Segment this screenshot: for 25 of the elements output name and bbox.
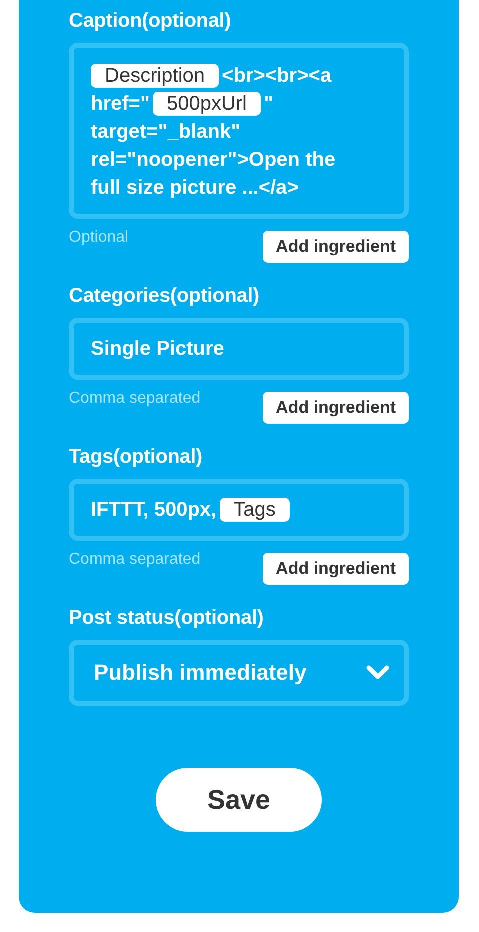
field-label: Post status(optional) [69, 607, 265, 630]
chevron-down-icon [366, 665, 390, 681]
field-text: target="_blank" [91, 120, 241, 145]
field-text: IFTTT, 500px, [91, 498, 217, 523]
field-text: rel="noopener">Open the [91, 148, 336, 173]
field-text: full size picture ...</a> [91, 176, 299, 201]
field-hint: Comma separated [69, 390, 201, 408]
add-ingredient-button[interactable]: Add ingredient [263, 231, 409, 263]
field-hint: Comma separated [69, 551, 201, 569]
text-field[interactable]: IFTTT, 500px, Tags [69, 479, 409, 541]
ingredient-tag: Description [91, 64, 220, 88]
field-text: Single Picture [91, 337, 224, 362]
field-text: href=" [91, 92, 150, 117]
field-label: Categories(optional) [69, 285, 260, 308]
field-text: <br><br><a [222, 64, 332, 89]
field-label: Tags(optional) [69, 446, 204, 469]
text-field[interactable]: Description <br><br><a href=" 500pxUrl " target="_blank" rel="noopener">Open the full size picture ...</a> [69, 43, 409, 219]
field-hint: Optional [69, 229, 129, 247]
ingredient-tag: 500pxUrl [152, 92, 261, 116]
field-text: " [264, 92, 274, 117]
ingredient-tag: Tags [220, 498, 290, 522]
field-label: Caption(optional) [69, 10, 232, 33]
add-ingredient-button[interactable]: Add ingredient [263, 392, 409, 424]
save-button[interactable]: Save [156, 768, 322, 832]
add-ingredient-button[interactable]: Add ingredient [263, 553, 409, 585]
